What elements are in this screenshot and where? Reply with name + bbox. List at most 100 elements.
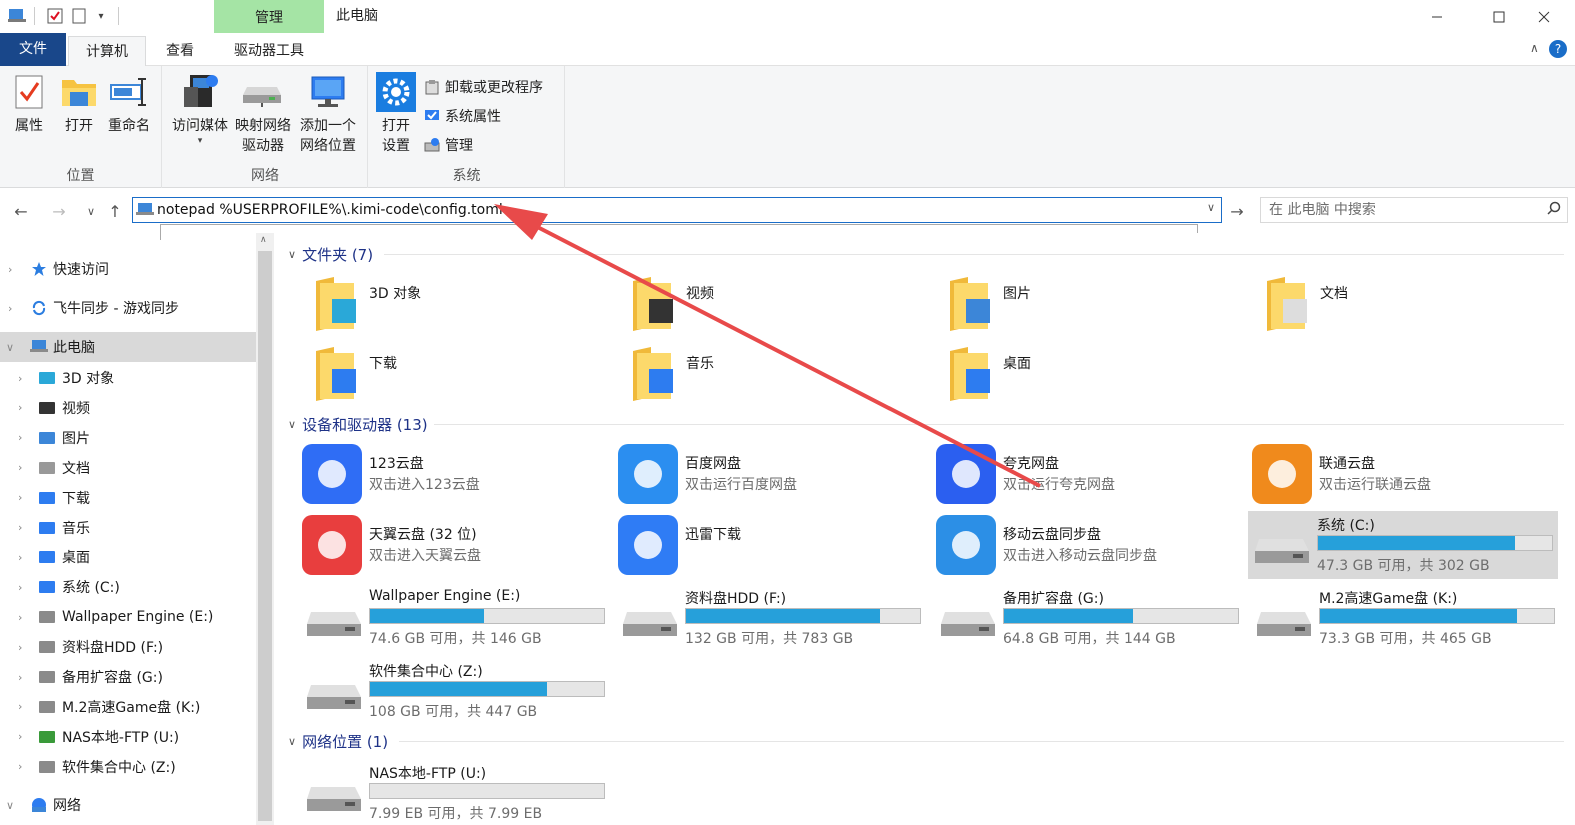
- add-network-location-button[interactable]: 添加一个 网络位置: [295, 72, 361, 156]
- chevron-down-icon[interactable]: ∨: [6, 341, 14, 354]
- folder-tile[interactable]: 图片: [938, 271, 1238, 337]
- folder-tile[interactable]: 音乐: [621, 341, 921, 407]
- forward-button[interactable]: →: [48, 200, 70, 222]
- section-devices-header[interactable]: ∨ 设备和驱动器 (13): [288, 413, 428, 435]
- folder-tile[interactable]: 3D 对象: [304, 271, 604, 337]
- search-input[interactable]: [1261, 202, 1531, 218]
- chevron-right-icon[interactable]: ›: [18, 760, 22, 773]
- chevron-right-icon[interactable]: ›: [18, 372, 22, 385]
- folder-tile[interactable]: 文档: [1255, 271, 1555, 337]
- nav-this-pc[interactable]: ∨ 此电脑: [0, 332, 256, 362]
- tab-computer[interactable]: 计算机: [68, 36, 146, 66]
- nav-quick-access[interactable]: › 快速访问: [0, 254, 256, 284]
- close-button[interactable]: [1513, 0, 1575, 33]
- tab-view[interactable]: 查看: [148, 36, 212, 66]
- chevron-right-icon[interactable]: ›: [18, 461, 22, 474]
- nav-pc-item[interactable]: › 系统 (C:): [0, 572, 256, 602]
- drive-tile[interactable]: 备用扩容盘 (G:) 64.8 GB 可用，共 144 GB: [934, 584, 1244, 652]
- collapse-ribbon-icon[interactable]: ∧: [1530, 41, 1539, 55]
- section-network-header[interactable]: ∨ 网络位置 (1): [288, 730, 388, 752]
- app-tile[interactable]: 移动云盘同步盘 双击进入移动云盘同步盘: [934, 512, 1234, 578]
- app-icon[interactable]: [6, 5, 28, 27]
- chevron-right-icon[interactable]: ›: [18, 401, 22, 414]
- drive-tile[interactable]: Wallpaper Engine (E:) 74.6 GB 可用，共 146 GB: [300, 584, 610, 652]
- chevron-right-icon[interactable]: ›: [18, 431, 22, 444]
- chevron-right-icon[interactable]: ›: [8, 263, 12, 276]
- chevron-down-icon[interactable]: ∨: [6, 799, 14, 812]
- tab-file[interactable]: 文件: [0, 33, 66, 66]
- drive-tile[interactable]: M.2高速Game盘 (K:) 73.3 GB 可用，共 465 GB: [1250, 584, 1560, 652]
- folder-tile[interactable]: 视频: [621, 271, 921, 337]
- chevron-right-icon[interactable]: ›: [18, 700, 22, 713]
- chevron-right-icon[interactable]: ›: [18, 611, 22, 624]
- app-tile[interactable]: 123云盘 双击进入123云盘: [300, 441, 600, 507]
- tab-drive-tools[interactable]: 驱动器工具: [214, 36, 324, 66]
- folder-tile[interactable]: 桌面: [938, 341, 1238, 407]
- nav-pc-item[interactable]: › 图片: [0, 423, 256, 453]
- chevron-right-icon[interactable]: ›: [18, 491, 22, 504]
- scroll-up-icon[interactable]: ∧: [260, 235, 267, 245]
- nav-pc-item[interactable]: › 桌面: [0, 542, 256, 572]
- manage-button[interactable]: 管理: [423, 132, 473, 158]
- chevron-right-icon[interactable]: ›: [18, 581, 22, 594]
- customize-quick-access-icon[interactable]: ▾: [92, 5, 110, 27]
- app-tile[interactable]: 迅雷下载: [616, 512, 916, 578]
- new-folder-quick-icon[interactable]: [68, 5, 90, 27]
- address-input[interactable]: [157, 199, 1187, 221]
- go-button[interactable]: →: [1226, 200, 1248, 222]
- nav-pc-item[interactable]: › 音乐: [0, 513, 256, 543]
- nav-pc-item[interactable]: › 备用扩容盘 (G:): [0, 662, 256, 692]
- properties-button[interactable]: 属性: [8, 72, 50, 136]
- folder-tile[interactable]: 下载: [304, 341, 604, 407]
- drive-tile[interactable]: NAS本地-FTP (U:) 7.99 EB 可用，共 7.99 EB: [300, 759, 610, 825]
- minimize-button[interactable]: [1406, 0, 1468, 33]
- nav-pc-item[interactable]: › 资料盘HDD (F:): [0, 632, 256, 662]
- nav-pc-item[interactable]: › 文档: [0, 453, 256, 483]
- nav-pc-item[interactable]: › NAS本地-FTP (U:): [0, 722, 256, 752]
- drive-tile[interactable]: 软件集合中心 (Z:) 108 GB 可用，共 447 GB: [300, 657, 610, 725]
- context-tab-manage[interactable]: 管理: [214, 0, 324, 36]
- nav-pc-item[interactable]: › 软件集合中心 (Z:): [0, 752, 256, 782]
- navigation-scrollbar[interactable]: ∧: [256, 233, 274, 825]
- open-settings-button[interactable]: 打开 设置: [375, 72, 417, 156]
- nav-pc-item[interactable]: › Wallpaper Engine (E:): [0, 602, 256, 632]
- app-tile[interactable]: 百度网盘 双击运行百度网盘: [616, 441, 916, 507]
- address-dropdown-icon[interactable]: ∨: [1207, 201, 1215, 214]
- uninstall-programs-button[interactable]: 卸载或更改程序: [423, 74, 543, 100]
- drive-tile[interactable]: 资料盘HDD (F:) 132 GB 可用，共 783 GB: [616, 584, 926, 652]
- open-button[interactable]: 打开: [58, 72, 100, 136]
- nav-pc-item[interactable]: › M.2高速Game盘 (K:): [0, 692, 256, 722]
- search-box[interactable]: [1260, 197, 1568, 223]
- back-button[interactable]: ←: [10, 200, 32, 222]
- map-network-drive-button[interactable]: 映射网络 驱动器: [231, 72, 295, 156]
- nav-pc-item[interactable]: › 3D 对象: [0, 363, 256, 393]
- chevron-right-icon[interactable]: ›: [18, 521, 22, 534]
- chevron-right-icon[interactable]: ›: [8, 302, 12, 315]
- nav-network[interactable]: ∨ 网络: [0, 790, 256, 820]
- drive-tile[interactable]: 系统 (C:) 47.3 GB 可用，共 302 GB: [1248, 511, 1558, 579]
- system-properties-button[interactable]: 系统属性: [423, 103, 501, 129]
- recent-locations-button[interactable]: ∨: [80, 200, 102, 222]
- chevron-right-icon[interactable]: ›: [18, 730, 22, 743]
- open-label: 打开: [65, 118, 93, 134]
- properties-quick-icon[interactable]: [44, 5, 66, 27]
- access-media-button[interactable]: 访问媒体 ▾: [167, 72, 233, 146]
- chevron-right-icon[interactable]: ›: [18, 671, 22, 684]
- nav-pc-item[interactable]: › 下载: [0, 483, 256, 513]
- chevron-down-icon: ∨: [288, 417, 297, 431]
- chevron-right-icon[interactable]: ›: [18, 551, 22, 564]
- scrollbar-thumb[interactable]: [258, 251, 272, 821]
- address-bar[interactable]: ∨: [132, 197, 1222, 223]
- app-tile[interactable]: 夸克网盘 双击运行夸克网盘: [934, 441, 1234, 507]
- access-media-label: 访问媒体: [172, 118, 228, 134]
- app-tile[interactable]: 天翼云盘 (32 位) 双击进入天翼云盘: [300, 512, 600, 578]
- help-icon[interactable]: ?: [1549, 40, 1567, 58]
- rename-button[interactable]: 重命名: [104, 72, 154, 136]
- section-folders-header[interactable]: ∨ 文件夹 (7): [288, 243, 373, 265]
- music-icon: [649, 369, 673, 393]
- up-button[interactable]: ↑: [104, 200, 126, 222]
- chevron-right-icon[interactable]: ›: [18, 641, 22, 654]
- nav-feiniu-sync[interactable]: › 飞牛同步 - 游戏同步: [0, 293, 256, 323]
- nav-pc-item[interactable]: › 视频: [0, 393, 256, 423]
- app-tile[interactable]: 联通云盘 双击运行联通云盘: [1250, 441, 1550, 507]
